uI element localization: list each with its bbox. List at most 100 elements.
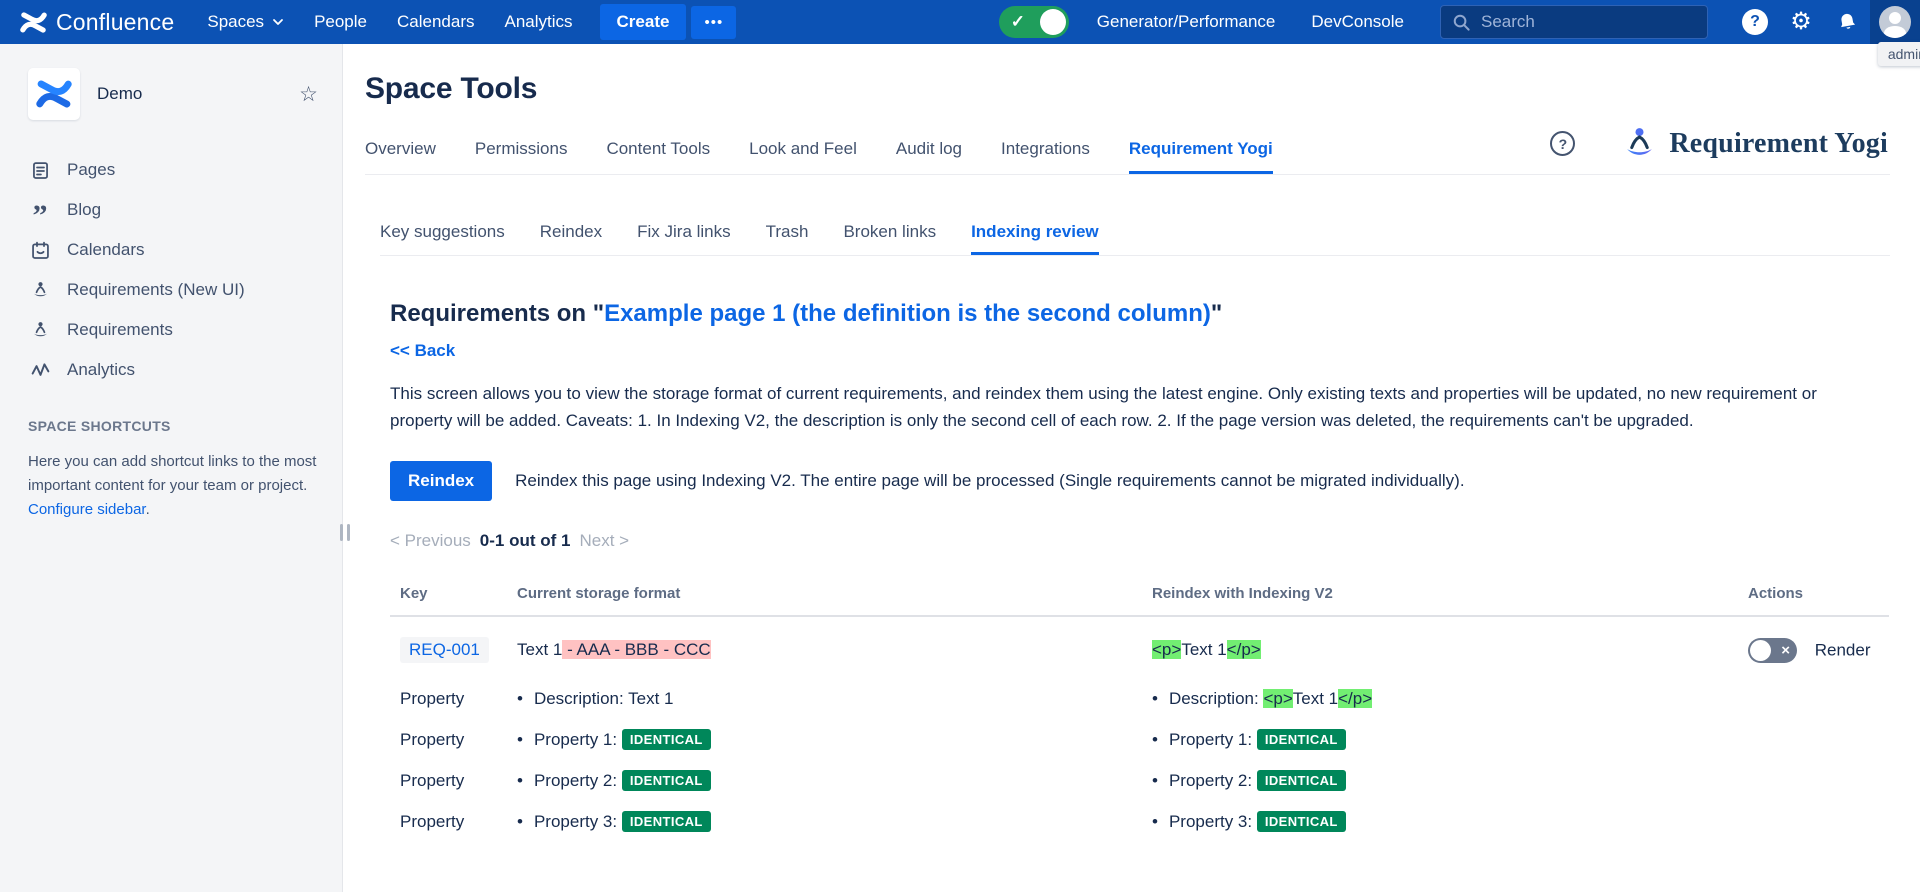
render-toggle[interactable]: × (1748, 638, 1797, 663)
tab-look-and-feel[interactable]: Look and Feel (749, 139, 857, 174)
help-icon[interactable]: ? (1550, 131, 1575, 156)
tab-integrations[interactable]: Integrations (1001, 139, 1090, 174)
previous-page-link[interactable]: < Previous (390, 531, 471, 551)
yogi-brand-icon (1621, 125, 1658, 162)
tab-requirement-yogi[interactable]: Requirement Yogi (1129, 139, 1273, 174)
search-box[interactable] (1440, 5, 1708, 39)
confluence-space-icon (36, 76, 72, 112)
avatar-body (1884, 26, 1906, 38)
property-type: Property (390, 719, 507, 760)
tab-audit-log[interactable]: Audit log (896, 139, 962, 174)
requirement-key-link[interactable]: REQ-001 (400, 637, 489, 663)
create-more-button[interactable]: ••• (691, 6, 736, 39)
identical-badge: IDENTICAL (1257, 811, 1346, 832)
v2-close-tag: </p> (1227, 640, 1261, 659)
bell-icon (1834, 9, 1861, 36)
requirements-table: Key Current storage format Reindex with … (390, 575, 1889, 842)
page-body: Demo ☆ Pages ” Blog Calendars Requiremen… (0, 44, 1920, 892)
sidebar-item-requirements[interactable]: Requirements (28, 310, 318, 350)
next-page-link[interactable]: Next > (579, 531, 629, 551)
profile-button[interactable] (1870, 0, 1920, 44)
search-icon (1452, 13, 1471, 32)
storage-text: Text 1 (517, 640, 562, 659)
identical-badge: IDENTICAL (1257, 770, 1346, 791)
nav-item-analytics[interactable]: Analytics (490, 0, 588, 44)
column-header-key: Key (390, 575, 507, 616)
requirement-yogi-subtabs: Key suggestions Reindex Fix Jira links T… (380, 222, 1890, 256)
space-shortcuts-heading: SPACE SHORTCUTS (28, 418, 318, 434)
analytics-icon (28, 358, 52, 382)
create-button[interactable]: Create (600, 4, 687, 40)
property-label: Property 3: (534, 812, 622, 831)
v2-text: Text 1 (1181, 640, 1226, 659)
nav-link-generator-performance[interactable]: Generator/Performance (1097, 12, 1276, 32)
gear-icon: ⚙ (1790, 10, 1812, 34)
subtab-key-suggestions[interactable]: Key suggestions (380, 222, 505, 255)
subtab-fix-jira-links[interactable]: Fix Jira links (637, 222, 731, 255)
page-link[interactable]: Example page 1 (the definition is the se… (604, 300, 1211, 327)
property-label: Property 1: (1169, 730, 1257, 749)
tab-permissions[interactable]: Permissions (475, 139, 568, 174)
sidebar-item-calendars[interactable]: Calendars (28, 230, 318, 270)
bullet: • (517, 771, 523, 791)
heading-prefix: Requirements on " (390, 300, 604, 327)
space-header: Demo ☆ (28, 68, 318, 120)
v2-text: Text 1 (1293, 689, 1338, 708)
sidebar-item-requirements-new-ui[interactable]: Requirements (New UI) (28, 270, 318, 310)
v2-open-tag: <p> (1263, 689, 1292, 708)
notifications-button[interactable] (1824, 0, 1870, 44)
v2-close-tag: </p> (1338, 689, 1372, 708)
property-type: Property (390, 679, 507, 719)
column-header-reindex-v2: Reindex with Indexing V2 (1142, 575, 1738, 616)
nav-item-calendars[interactable]: Calendars (382, 0, 490, 44)
settings-button[interactable]: ⚙ (1778, 0, 1824, 44)
v2-open-tag: <p> (1152, 640, 1181, 659)
property-type: Property (390, 760, 507, 801)
table-row: REQ-001 Text 1 - AAA - BBB - CCC <p>Text… (390, 616, 1889, 679)
help-button[interactable]: ? (1732, 0, 1778, 44)
space-shortcuts-text: Here you can add shortcut links to the m… (28, 450, 318, 522)
nav-link-devconsole[interactable]: DevConsole (1311, 12, 1404, 32)
sidebar-item-analytics[interactable]: Analytics (28, 350, 318, 390)
tab-content-tools[interactable]: Content Tools (606, 139, 710, 174)
calendar-icon (28, 238, 52, 262)
sidebar-item-label: Calendars (67, 240, 145, 260)
configure-sidebar-link[interactable]: Configure sidebar (28, 501, 146, 518)
reindex-button[interactable]: Reindex (390, 461, 492, 501)
question-icon: ? (1742, 9, 1768, 35)
confluence-home-link[interactable]: Confluence (14, 9, 192, 36)
render-label: Render (1815, 640, 1871, 659)
subtab-reindex[interactable]: Reindex (540, 222, 602, 255)
requirements-heading: Requirements on "Example page 1 (the def… (390, 300, 1890, 328)
sidebar-item-pages[interactable]: Pages (28, 150, 318, 190)
toggle-knob (1750, 640, 1771, 661)
property-type: Property (390, 801, 507, 842)
space-name: Demo (97, 84, 282, 104)
reindex-description: Reindex this page using Indexing V2. The… (515, 471, 1464, 491)
yogi-icon (28, 278, 52, 302)
search-input[interactable] (1481, 12, 1696, 32)
requirement-yogi-wordmark: Requirement Yogi (1669, 128, 1888, 160)
star-icon[interactable]: ☆ (299, 82, 318, 107)
subtab-broken-links[interactable]: Broken links (843, 222, 936, 255)
tabs-right-area: ? Requirement Yogi (1550, 125, 1888, 162)
confluence-logo-icon (20, 9, 47, 36)
environment-toggle[interactable]: ✓ (999, 6, 1069, 38)
identical-badge: IDENTICAL (622, 770, 711, 791)
bullet: • (517, 689, 523, 709)
sidebar-item-blog[interactable]: ” Blog (28, 190, 318, 230)
page-title: Space Tools (365, 72, 1890, 106)
sidebar-resize-handle[interactable] (340, 524, 350, 541)
back-link[interactable]: << Back (390, 341, 455, 361)
property-label: Property 2: (1169, 771, 1257, 790)
pagination: < Previous 0-1 out of 1 Next > (390, 531, 1890, 551)
subtab-indexing-review[interactable]: Indexing review (971, 222, 1099, 255)
property-label: Description: (1169, 689, 1263, 708)
nav-item-people[interactable]: People (299, 0, 382, 44)
bullet: • (1152, 771, 1158, 791)
nav-item-spaces[interactable]: Spaces (192, 0, 299, 44)
tab-overview[interactable]: Overview (365, 139, 436, 174)
identical-badge: IDENTICAL (622, 811, 711, 832)
table-row: Property •Property 2: IDENTICAL •Propert… (390, 760, 1889, 801)
subtab-trash[interactable]: Trash (766, 222, 809, 255)
